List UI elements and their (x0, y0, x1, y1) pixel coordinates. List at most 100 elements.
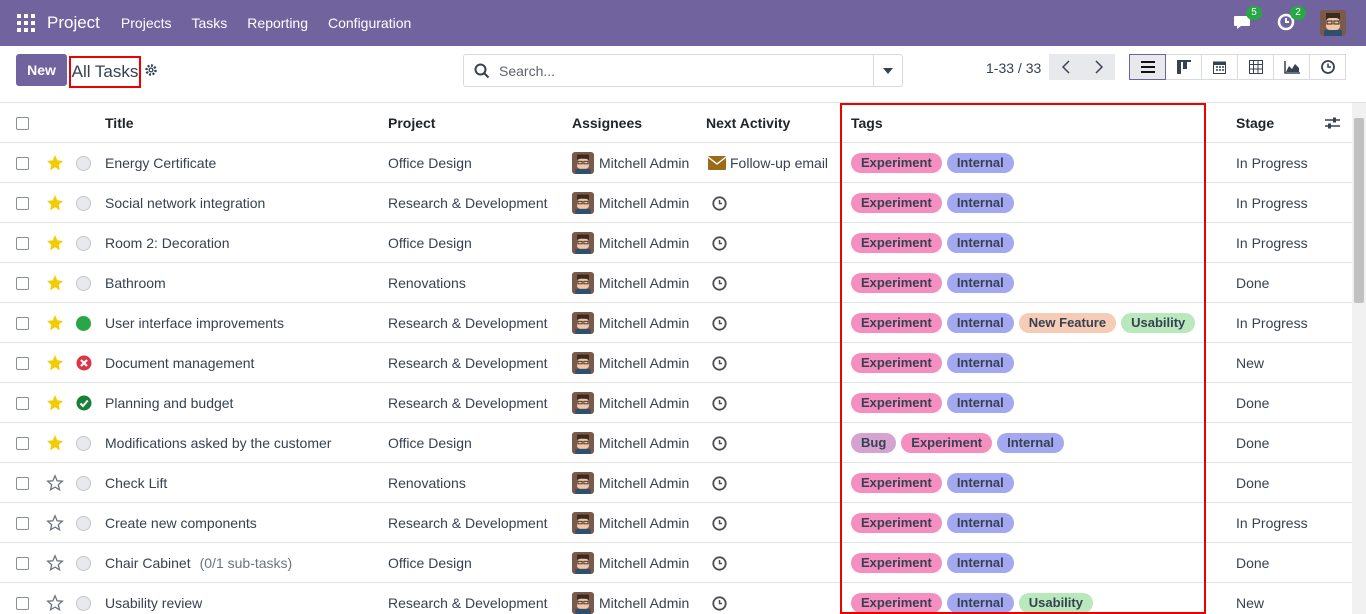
clock-icon[interactable] (712, 515, 727, 531)
table-row[interactable]: Room 2: Decoration Office Design Mitchell … (0, 223, 1352, 263)
status-approved-icon[interactable] (76, 395, 92, 411)
activities-button[interactable]: 2 (1276, 6, 1306, 34)
assignee-avatar[interactable] (572, 152, 594, 174)
column-header-title[interactable]: Title (105, 103, 134, 143)
star-filled-icon[interactable] (46, 354, 64, 372)
assignee-avatar[interactable] (572, 552, 594, 574)
status-done-icon[interactable] (76, 315, 91, 331)
row-checkbox[interactable] (16, 316, 29, 330)
assignee-avatar[interactable] (572, 512, 594, 534)
gear-icon[interactable] (144, 63, 158, 77)
app-title[interactable]: Project (47, 13, 100, 33)
column-header-next-activity[interactable]: Next Activity (706, 103, 790, 143)
star-filled-icon[interactable] (46, 154, 64, 172)
row-checkbox[interactable] (16, 436, 29, 450)
menu-reporting[interactable]: Reporting (237, 15, 318, 31)
column-header-tags[interactable]: Tags (851, 103, 883, 143)
assignee-avatar[interactable] (572, 432, 594, 454)
table-row[interactable]: Planning and budget Research & Developmen… (0, 383, 1352, 423)
star-filled-icon[interactable] (46, 434, 64, 452)
star-filled-icon[interactable] (46, 314, 64, 332)
select-all-checkbox[interactable] (16, 116, 29, 130)
status-normal-icon[interactable] (76, 195, 91, 211)
status-normal-icon[interactable] (76, 515, 91, 531)
scrollbar-thumb[interactable] (1354, 118, 1364, 303)
search-input[interactable] (499, 56, 869, 85)
row-checkbox[interactable] (16, 196, 29, 210)
clock-icon[interactable] (712, 315, 727, 331)
status-blocked-icon[interactable] (76, 355, 92, 371)
table-row[interactable]: Chair Cabinet (0/1 sub-tasks) Office Desig… (0, 543, 1352, 583)
menu-configuration[interactable]: Configuration (318, 15, 421, 31)
assignee-avatar[interactable] (572, 472, 594, 494)
row-checkbox[interactable] (16, 516, 29, 530)
clock-icon[interactable] (712, 595, 727, 611)
activity-view-button[interactable] (1309, 54, 1346, 80)
pager-value[interactable]: 1-33 / 33 (986, 60, 1041, 76)
assignee-avatar[interactable] (572, 272, 594, 294)
row-checkbox[interactable] (16, 156, 29, 170)
star-outline-icon[interactable] (46, 474, 64, 492)
star-outline-icon[interactable] (46, 594, 64, 612)
user-avatar[interactable] (1320, 10, 1346, 36)
calendar-view-button[interactable] (1201, 54, 1238, 80)
list-view-button[interactable] (1129, 54, 1166, 80)
clock-icon[interactable] (712, 475, 727, 491)
assignee-avatar[interactable] (572, 352, 594, 374)
status-normal-icon[interactable] (76, 275, 91, 291)
new-button[interactable]: New (16, 54, 67, 86)
pager-next-button[interactable] (1082, 54, 1115, 80)
status-normal-icon[interactable] (76, 475, 91, 491)
table-row[interactable]: Modifications asked by the customer Offic… (0, 423, 1352, 463)
status-normal-icon[interactable] (76, 595, 91, 611)
app-menu-icon[interactable] (17, 14, 35, 32)
assignee-avatar[interactable] (572, 592, 594, 614)
clock-icon[interactable] (712, 195, 727, 211)
column-header-assignees[interactable]: Assignees (572, 103, 642, 143)
status-normal-icon[interactable] (76, 235, 91, 251)
menu-projects[interactable]: Projects (111, 15, 182, 31)
activity-summary[interactable]: Follow-up email (730, 155, 828, 171)
kanban-view-button[interactable] (1165, 54, 1202, 80)
clock-icon[interactable] (712, 555, 727, 571)
assignee-avatar[interactable] (572, 232, 594, 254)
graph-view-button[interactable] (1273, 54, 1310, 80)
assignee-avatar[interactable] (572, 392, 594, 414)
assignee-avatar[interactable] (572, 312, 594, 334)
search-options-toggle[interactable] (873, 55, 902, 86)
messages-button[interactable]: 5 (1232, 6, 1262, 34)
optional-columns-toggle[interactable] (1325, 103, 1340, 143)
assignee-avatar[interactable] (572, 192, 594, 214)
menu-tasks[interactable]: Tasks (182, 15, 238, 31)
status-normal-icon[interactable] (76, 435, 91, 451)
clock-icon[interactable] (712, 435, 727, 451)
row-checkbox[interactable] (16, 236, 29, 250)
table-row[interactable]: Energy Certificate Office Design Mitchell … (0, 143, 1352, 183)
star-filled-icon[interactable] (46, 234, 64, 252)
table-row[interactable]: Document management Research & Developmen… (0, 343, 1352, 383)
row-checkbox[interactable] (16, 276, 29, 290)
column-header-project[interactable]: Project (388, 103, 435, 143)
pager-previous-button[interactable] (1049, 54, 1082, 80)
clock-icon[interactable] (712, 235, 727, 251)
table-row[interactable]: Bathroom Renovations Mitchell Admin Experim… (0, 263, 1352, 303)
table-row[interactable]: Check Lift Renovations Mitchell Admin Exper… (0, 463, 1352, 503)
star-filled-icon[interactable] (46, 274, 64, 292)
row-checkbox[interactable] (16, 596, 29, 610)
star-outline-icon[interactable] (46, 514, 64, 532)
status-normal-icon[interactable] (76, 555, 91, 571)
status-normal-icon[interactable] (76, 155, 91, 171)
star-filled-icon[interactable] (46, 194, 64, 212)
row-checkbox[interactable] (16, 556, 29, 570)
table-row[interactable]: Social network integration Research & Dev… (0, 183, 1352, 223)
row-checkbox[interactable] (16, 396, 29, 410)
table-row[interactable]: Create new components Research & Developm… (0, 503, 1352, 543)
clock-icon[interactable] (712, 395, 727, 411)
pivot-view-button[interactable] (1237, 54, 1274, 80)
envelope-icon[interactable] (708, 156, 726, 170)
column-header-stage[interactable]: Stage (1236, 103, 1274, 143)
clock-icon[interactable] (712, 355, 727, 371)
clock-icon[interactable] (712, 275, 727, 291)
star-filled-icon[interactable] (46, 394, 64, 412)
table-row[interactable]: User interface improvements Research & De… (0, 303, 1352, 343)
